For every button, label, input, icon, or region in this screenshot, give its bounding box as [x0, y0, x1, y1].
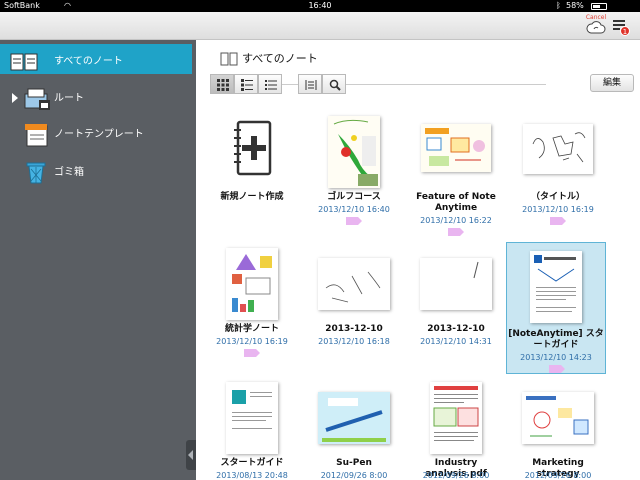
- sidebar-item-label: ゴミ箱: [54, 167, 84, 178]
- battery-icon: [591, 3, 607, 10]
- note-thumbnail: [430, 382, 482, 454]
- trash-icon: [26, 162, 46, 184]
- tag-icon: [550, 217, 566, 225]
- clock: 16:40: [308, 1, 332, 10]
- sort-button[interactable]: [298, 74, 322, 94]
- note-thumbnail: [523, 124, 593, 174]
- main-panel: すべてのノート 編集 新規ノート作成 ゴルフコース 2013/12/10 16:…: [196, 40, 640, 480]
- note-card[interactable]: スタートガイド 2013/08/13 20:48: [204, 374, 300, 480]
- note-date: 2013/12/10 16:18: [318, 337, 390, 346]
- sidebar-item-all-notes[interactable]: すべてのノート: [0, 44, 192, 74]
- detail-list-icon: [241, 79, 253, 91]
- note-date: 2013/12/10 16:40: [318, 205, 390, 214]
- new-note-icon: [234, 120, 272, 176]
- note-thumbnail: [421, 124, 491, 172]
- note-date: 2012/09/26 8:00: [320, 471, 388, 480]
- grid-view-button[interactable]: [210, 74, 234, 94]
- note-thumbnail: [318, 258, 390, 310]
- note-card[interactable]: （タイトル） 2013/12/10 16:19: [510, 108, 606, 236]
- tag-icon: [549, 365, 565, 373]
- sidebar-item-label: すべてのノート: [54, 56, 123, 67]
- search-icon: [329, 79, 341, 91]
- note-thumbnail: [522, 392, 594, 444]
- cancel-sync-button[interactable]: Cancel: [584, 14, 608, 38]
- edit-button[interactable]: 編集: [590, 74, 634, 92]
- note-date: 2013/12/10 16:19: [216, 337, 288, 346]
- notification-badge: 1: [620, 26, 630, 36]
- battery-percent: 58%: [566, 1, 584, 10]
- note-card-selected[interactable]: [NoteAnytime] スタートガイド 2013/12/10 14:23: [506, 242, 606, 374]
- note-card[interactable]: 2013-12-10 2013/12/10 14:31: [408, 240, 504, 368]
- note-thumbnail: [318, 392, 390, 444]
- cancel-label: Cancel: [585, 14, 607, 21]
- search-button[interactable]: [322, 74, 346, 94]
- note-title: （タイトル）: [530, 192, 585, 202]
- menu-button[interactable]: 1: [612, 19, 630, 36]
- note-thumbnail: [530, 251, 582, 323]
- note-title: 2013-12-10: [427, 324, 485, 334]
- sidebar-item-note-templates[interactable]: ノートテンプレート: [0, 120, 192, 150]
- top-bar: Cancel 1: [0, 12, 640, 40]
- sidebar-item-label: ルート: [54, 93, 84, 104]
- note-date: 2013/08/13 20:48: [216, 471, 288, 480]
- note-date: 2013/12/10 14:23: [520, 353, 592, 362]
- note-title: Feature of Note Anytime: [416, 192, 496, 213]
- note-thumbnail: [226, 248, 278, 320]
- note-card[interactable]: Industry analysis.pdf 2012/09/26 8:00: [408, 374, 504, 480]
- new-note-card[interactable]: 新規ノート作成: [204, 108, 300, 236]
- note-title: ゴルフコース: [327, 192, 381, 202]
- note-card[interactable]: ゴルフコース 2013/12/10 16:40: [306, 108, 402, 236]
- notebook-icon: [10, 53, 38, 71]
- tag-icon: [346, 217, 362, 225]
- list-icon: [265, 80, 277, 90]
- folder-icon: [24, 88, 50, 110]
- note-date: 2013/12/10 14:31: [420, 337, 492, 346]
- note-title: スタートガイド: [220, 458, 284, 468]
- note-title: 新規ノート作成: [220, 192, 284, 202]
- sidebar-item-label: ノートテンプレート: [54, 129, 144, 140]
- tag-icon: [448, 228, 464, 236]
- sidebar-item-trash[interactable]: ゴミ箱: [0, 158, 192, 188]
- note-card[interactable]: Feature of Note Anytime 2013/12/10 16:22: [408, 108, 504, 236]
- cloud-sync-icon: [586, 21, 606, 34]
- note-date: 2012/09/26 8:00: [524, 471, 592, 480]
- note-card[interactable]: Su-Pen 2012/09/26 8:00: [306, 374, 402, 480]
- note-thumbnail: [420, 258, 492, 310]
- note-title: [NoteAnytime] スタートガイド: [508, 329, 604, 350]
- grid-icon: [217, 79, 229, 91]
- detail-list-view-button[interactable]: [234, 74, 258, 94]
- note-date: 2013/12/10 16:22: [420, 216, 492, 225]
- note-title: 統計学ノート: [224, 324, 279, 334]
- disclosure-triangle-icon[interactable]: [12, 93, 18, 103]
- note-card[interactable]: Marketing strategy 2012/09/26 8:00: [510, 374, 606, 480]
- list-view-button[interactable]: [258, 74, 282, 94]
- collapse-sidebar-handle[interactable]: [186, 440, 196, 470]
- note-thumbnail: [328, 116, 380, 188]
- status-bar: SoftBank ◠ 16:40 ᛒ 58%: [0, 0, 640, 12]
- note-title: Su-Pen: [336, 458, 372, 468]
- view-toolbar: 編集: [196, 72, 640, 96]
- note-title: 2013-12-10: [325, 324, 383, 334]
- note-card[interactable]: 2013-12-10 2013/12/10 16:18: [306, 240, 402, 368]
- note-thumbnail: [226, 382, 278, 454]
- page-title-text: すべてのノート: [242, 52, 318, 65]
- sort-icon: [305, 80, 317, 90]
- note-date: 2012/09/26 8:00: [422, 471, 490, 480]
- sidebar-item-root[interactable]: ルート: [0, 84, 192, 114]
- bluetooth-icon: ᛒ: [556, 1, 561, 10]
- note-anytime-window: SoftBank ◠ 16:40 ᛒ 58% Cancel 1 すべてのノート …: [0, 0, 640, 480]
- note-card[interactable]: 統計学ノート 2013/12/10 16:19: [204, 240, 300, 368]
- tag-icon: [244, 349, 260, 357]
- notebook-icon: [220, 52, 238, 66]
- template-notebook-icon: [25, 124, 48, 147]
- sidebar: すべてのノート ルート ノートテンプレート ゴミ箱: [0, 40, 196, 480]
- note-date: 2013/12/10 16:19: [522, 205, 594, 214]
